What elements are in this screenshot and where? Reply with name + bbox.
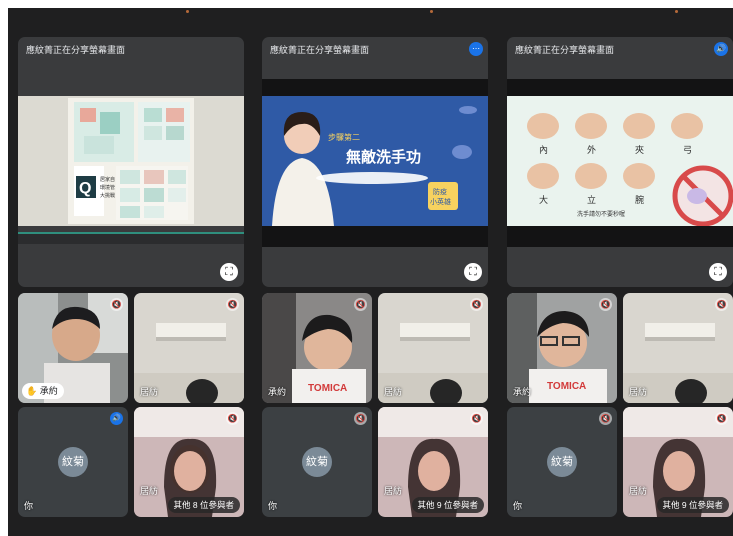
svg-text:夾: 夾 [635, 145, 644, 156]
participant-name: 你 [513, 501, 523, 511]
participant-tile[interactable]: 🔇 居紡 其他 9 位參與者 [623, 407, 733, 517]
self-tile[interactable]: 紋菊 🔊 你 [18, 407, 128, 517]
participant-name: 居紡 [384, 486, 403, 496]
booklet-illustration: Q 居家自 環境管 大挑戰 [18, 96, 244, 226]
handwash-illustration: 內 外 夾 弓 大 立 腕 洗手請勿不要秒喔 [507, 96, 733, 226]
mic-off-icon: 🔇 [226, 412, 239, 425]
svg-text:無敵洗手功: 無敵洗手功 [346, 148, 421, 166]
meet-window: 應紋菁正在分享螢幕畫面 Q 居家自 環境管 大挑戰 ⛶ 🔇 ✋ 承約 🔇 居紡 … [8, 8, 733, 536]
svg-text:外: 外 [587, 144, 596, 156]
svg-text:腕: 腕 [635, 194, 644, 206]
participant-name: 居紡 [384, 387, 403, 397]
svg-text:居家自: 居家自 [100, 176, 115, 183]
status-dot [430, 10, 433, 13]
mic-off-icon: 🔇 [470, 412, 483, 425]
participant-tile[interactable]: 🔇 居紡 [134, 293, 244, 403]
fullscreen-button[interactable]: ⛶ [220, 263, 238, 281]
svg-text:內: 內 [539, 145, 548, 156]
self-tile[interactable]: 紋菊 🔇 你 [262, 407, 372, 517]
mic-off-icon: 🔇 [599, 412, 612, 425]
mic-off-icon: 🔇 [715, 298, 728, 311]
shared-slide: 內 外 夾 弓 大 立 腕 洗手請勿不要秒喔 [507, 96, 733, 226]
presenter-title: 應紋菁正在分享螢幕畫面 [26, 45, 126, 55]
shared-slide: Q 居家自 環境管 大挑戰 [18, 96, 244, 226]
svg-text:弓: 弓 [683, 145, 692, 156]
shared-slide: 步驟第二 無敵洗手功 防疫 小英雄 [262, 96, 488, 226]
participant-tile[interactable]: 🔇 居紡 [623, 293, 733, 403]
participant-tile[interactable]: 🔇 居紡 其他 9 位參與者 [378, 407, 488, 517]
participant-tile[interactable]: TOMICA 🔇 承約 [262, 293, 372, 403]
other-participants-badge[interactable]: 其他 9 位參與者 [411, 497, 484, 513]
meeting-column-3: 應紋菁正在分享螢幕畫面 🔊 內 外 夾 弓 大 立 腕 洗手請勿不要秒喔 ⛶ T… [507, 37, 733, 519]
participant-tile[interactable]: 🔇 ✋ 承約 [18, 293, 128, 403]
other-participants-badge[interactable]: 其他 9 位參與者 [656, 497, 729, 513]
avatar: 紋菊 [58, 447, 88, 477]
participant-name: 你 [268, 501, 278, 511]
avatar: 紋菊 [547, 447, 577, 477]
screen-share-tile[interactable]: 應紋菁正在分享螢幕畫面 ⋯ 步驟第二 無敵洗手功 防疫 小英雄 ⛶ [262, 37, 488, 287]
mic-off-icon: 🔇 [354, 298, 367, 311]
svg-text:TOMICA: TOMICA [547, 381, 586, 392]
participant-name: 居紡 [140, 387, 159, 397]
q-letter: Q [79, 180, 91, 197]
mic-off-icon: 🔇 [715, 412, 728, 425]
other-participants-badge[interactable]: 其他 8 位參與者 [167, 497, 240, 513]
status-dot [186, 10, 189, 13]
participant-name: 居紡 [629, 387, 648, 397]
svg-text:大: 大 [539, 194, 548, 206]
fullscreen-button[interactable]: ⛶ [464, 263, 482, 281]
speaking-icon: 🔊 [714, 42, 728, 56]
presenter-title: 應紋菁正在分享螢幕畫面 [270, 45, 370, 55]
meeting-column-1: 應紋菁正在分享螢幕畫面 Q 居家自 環境管 大挑戰 ⛶ 🔇 ✋ 承約 🔇 居紡 … [18, 37, 244, 519]
participant-tile[interactable]: 🔇 居紡 [378, 293, 488, 403]
avatar: 紋菊 [302, 447, 332, 477]
mic-off-icon: 🔇 [226, 298, 239, 311]
svg-text:大挑戰: 大挑戰 [100, 192, 115, 199]
fullscreen-button[interactable]: ⛶ [709, 263, 727, 281]
participant-tile[interactable]: TOMICA 🔇 承約 [507, 293, 617, 403]
raised-hand-badge: ✋ 承約 [22, 383, 64, 399]
svg-text:步驟第二: 步驟第二 [328, 132, 360, 142]
mic-off-icon: 🔇 [354, 412, 367, 425]
status-dot [675, 10, 678, 13]
participant-name: 承約 [268, 387, 287, 397]
svg-text:TOMICA: TOMICA [308, 383, 347, 394]
participant-name: 居紡 [629, 486, 648, 496]
self-tile[interactable]: 紋菊 🔇 你 [507, 407, 617, 517]
meeting-column-2: 應紋菁正在分享螢幕畫面 ⋯ 步驟第二 無敵洗手功 防疫 小英雄 ⛶ TOMICA… [262, 37, 488, 519]
speaking-icon: 🔊 [110, 412, 123, 425]
participant-name: 承約 [39, 386, 58, 396]
raised-hand-icon: ✋ [26, 386, 38, 396]
screen-share-tile[interactable]: 應紋菁正在分享螢幕畫面 🔊 內 外 夾 弓 大 立 腕 洗手請勿不要秒喔 ⛶ [507, 37, 733, 287]
svg-text:洗手請勿不要秒喔: 洗手請勿不要秒喔 [577, 210, 625, 218]
participant-name: 居紡 [140, 486, 159, 496]
mic-off-icon: 🔇 [599, 298, 612, 311]
svg-text:小英雄: 小英雄 [430, 197, 451, 206]
mic-off-icon: 🔇 [470, 298, 483, 311]
svg-text:立: 立 [587, 194, 596, 206]
participant-name: 承約 [513, 387, 532, 397]
screen-share-tile[interactable]: 應紋菁正在分享螢幕畫面 Q 居家自 環境管 大挑戰 ⛶ [18, 37, 244, 287]
presenter-title: 應紋菁正在分享螢幕畫面 [515, 45, 615, 55]
participant-tile[interactable]: 🔇 居紡 其他 8 位參與者 [134, 407, 244, 517]
teacher-illustration: 步驟第二 無敵洗手功 防疫 小英雄 [262, 96, 488, 226]
participant-name: 你 [24, 501, 34, 511]
mic-off-icon: 🔇 [110, 298, 123, 311]
svg-text:防疫: 防疫 [433, 187, 447, 196]
svg-text:環境管: 環境管 [100, 184, 115, 191]
more-options-icon[interactable]: ⋯ [469, 42, 483, 56]
